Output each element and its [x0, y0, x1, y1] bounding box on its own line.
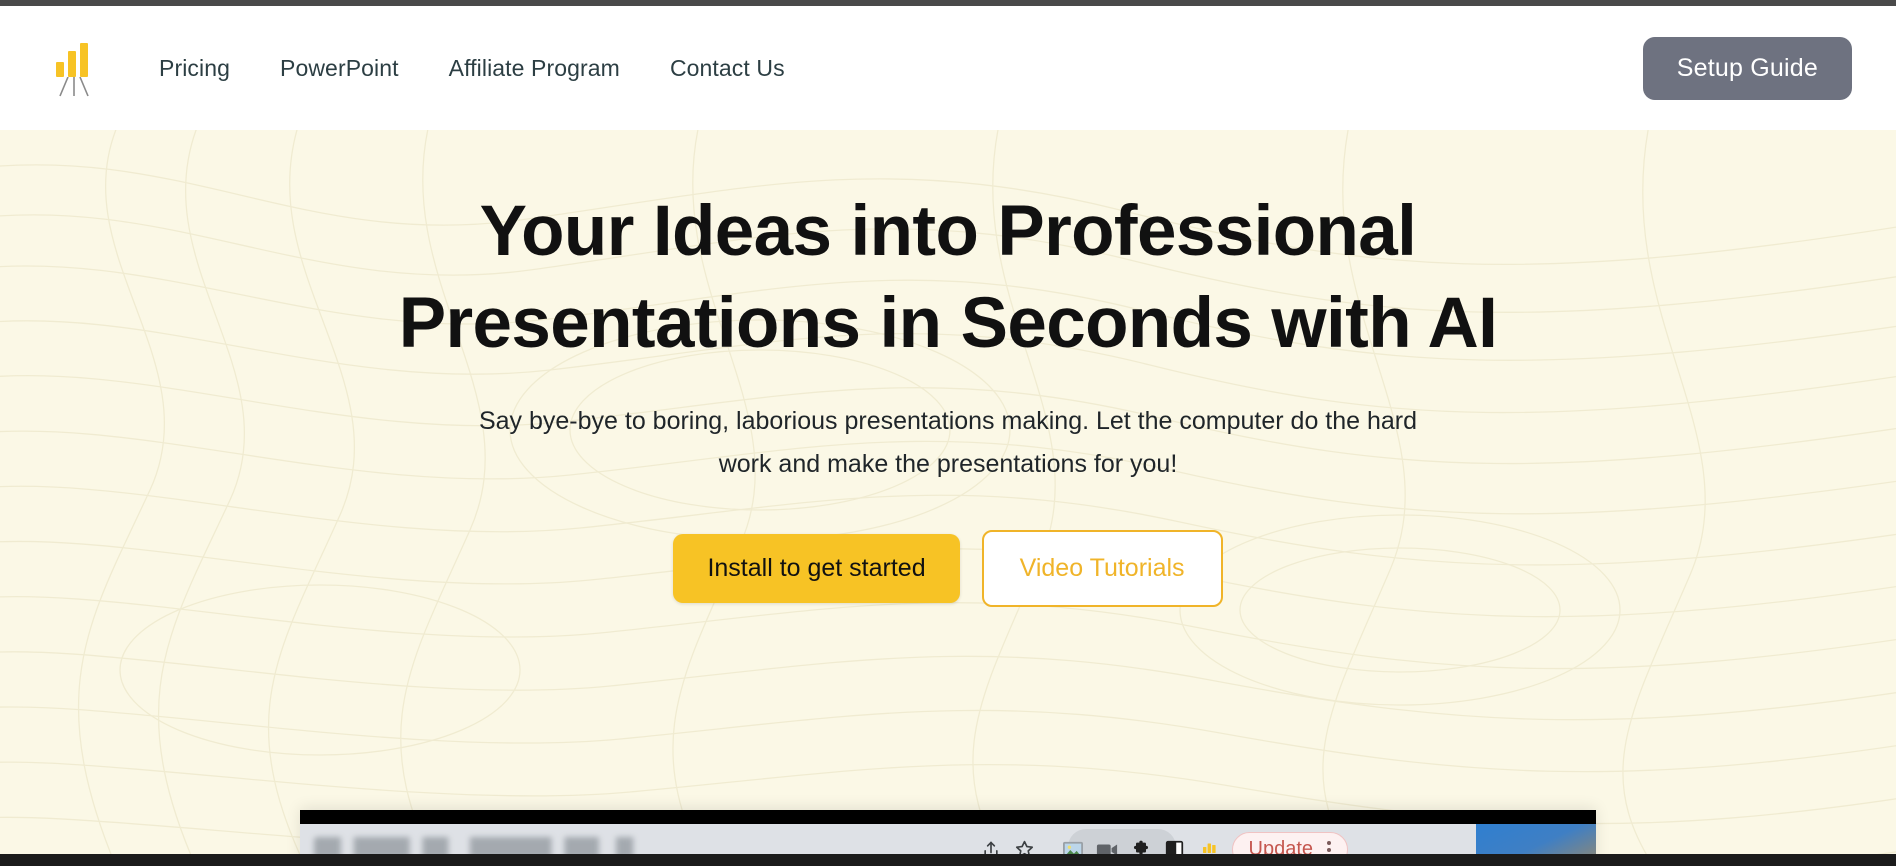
hero-cta-row: Install to get started Video Tutorials — [673, 530, 1223, 607]
hero-section: Your Ideas into Professional Presentatio… — [0, 130, 1896, 866]
video-tutorials-button[interactable]: Video Tutorials — [981, 530, 1223, 607]
hero-headline: Your Ideas into Professional Presentatio… — [398, 192, 1498, 363]
nav-link-contact-us[interactable]: Contact Us — [645, 45, 810, 92]
magicslides-logo[interactable] — [52, 39, 96, 97]
setup-guide-button[interactable]: Setup Guide — [1642, 36, 1852, 100]
demo-browser-titlebar — [300, 810, 1596, 824]
primary-navigation: Pricing PowerPoint Affiliate Program Con… — [134, 45, 810, 92]
install-to-get-started-button[interactable]: Install to get started — [673, 534, 960, 603]
nav-link-pricing[interactable]: Pricing — [134, 45, 255, 92]
site-navbar: Pricing PowerPoint Affiliate Program Con… — [0, 6, 1896, 130]
nav-link-affiliate-program[interactable]: Affiliate Program — [424, 45, 645, 92]
logo-bars-icon — [56, 43, 88, 77]
hero-subheadline: Say bye-bye to boring, laborious present… — [478, 407, 1418, 478]
logo-easel-legs-icon — [59, 77, 89, 97]
nav-link-powerpoint[interactable]: PowerPoint — [255, 45, 424, 92]
hero-content: Your Ideas into Professional Presentatio… — [0, 130, 1896, 607]
page-bottom-bar — [0, 854, 1896, 866]
